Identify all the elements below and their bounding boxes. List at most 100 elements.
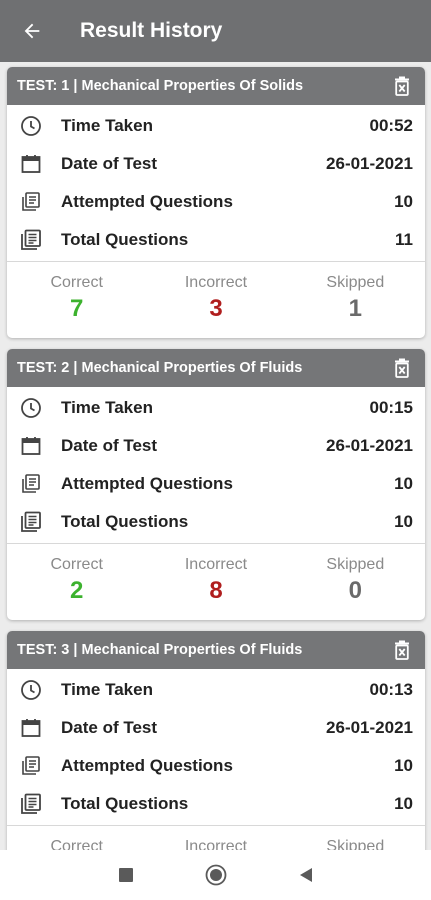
attempted-label: Attempted Questions — [61, 192, 233, 211]
total-value: 10 — [394, 512, 413, 531]
skipped-stat: Skipped 0 — [286, 544, 425, 620]
result-list[interactable]: TEST: 1 | Mechanical Properties Of Solid… — [0, 62, 431, 850]
result-card-header: TEST: 1 | Mechanical Properties Of Solid… — [7, 67, 425, 105]
result-card: TEST: 3 | Mechanical Properties Of Fluid… — [7, 631, 425, 850]
correct-stat: Correct — [7, 826, 146, 850]
square-icon — [118, 868, 133, 882]
total-row: Total Questions 11 — [7, 221, 425, 259]
result-card: TEST: 1 | Mechanical Properties Of Solid… — [7, 67, 425, 338]
delete-button[interactable] — [391, 74, 413, 98]
trash-icon — [395, 358, 409, 378]
calendar-icon — [17, 714, 45, 742]
time-taken-row: Time Taken 00:15 — [7, 389, 425, 427]
test-title: TEST: 1 | Mechanical Properties Of Solid… — [17, 78, 304, 94]
attempted-questions-icon — [17, 470, 45, 498]
delete-button[interactable] — [391, 638, 413, 662]
correct-label: Correct — [50, 838, 103, 850]
time-taken-label: Time Taken — [61, 680, 153, 699]
skipped-label: Skipped — [326, 274, 385, 291]
correct-stat: Correct 2 — [7, 544, 146, 620]
calendar-icon — [17, 432, 45, 460]
total-row: Total Questions 10 — [7, 785, 425, 823]
time-taken-value: 00:52 — [369, 116, 413, 135]
correct-stat: Correct 7 — [7, 262, 146, 338]
skipped-count: 1 — [348, 295, 362, 322]
trash-icon — [395, 640, 409, 660]
circle-icon — [205, 864, 226, 886]
test-title: TEST: 2 | Mechanical Properties Of Fluid… — [17, 360, 303, 376]
attempted-questions-icon — [17, 188, 45, 216]
attempted-row: Attempted Questions 10 — [7, 183, 425, 221]
correct-label: Correct — [50, 556, 103, 573]
incorrect-label: Incorrect — [184, 556, 248, 573]
incorrect-stat: Incorrect — [146, 826, 285, 850]
attempted-label: Attempted Questions — [61, 756, 233, 775]
date-row: Date of Test 26-01-2021 — [7, 709, 425, 747]
total-value: 10 — [394, 794, 413, 813]
home-button[interactable] — [171, 850, 261, 900]
total-questions-icon — [17, 508, 45, 536]
score-summary: Correct 7 Incorrect 3 Skipped 1 — [7, 262, 425, 338]
score-summary: Correct 2 Incorrect 8 Skipped 0 — [7, 544, 425, 620]
calendar-icon — [17, 150, 45, 178]
trash-icon — [395, 76, 409, 96]
delete-button[interactable] — [391, 356, 413, 380]
clock-icon — [17, 394, 45, 422]
score-summary: Correct Incorrect Skipped — [7, 826, 425, 850]
attempted-questions-icon — [17, 752, 45, 780]
date-label: Date of Test — [61, 718, 158, 737]
time-taken-label: Time Taken — [61, 398, 153, 417]
correct-count: 2 — [69, 577, 84, 604]
arrow-left-icon — [24, 23, 40, 39]
skipped-stat: Skipped — [286, 826, 425, 850]
incorrect-count: 8 — [209, 577, 223, 604]
date-row: Date of Test 26-01-2021 — [7, 427, 425, 465]
clock-icon — [17, 676, 45, 704]
incorrect-count: 3 — [209, 295, 223, 322]
back-button[interactable] — [0, 0, 64, 62]
result-card-header: TEST: 2 | Mechanical Properties Of Fluid… — [7, 349, 425, 387]
incorrect-label: Incorrect — [184, 274, 248, 291]
attempted-row: Attempted Questions 10 — [7, 747, 425, 785]
result-card-header: TEST: 3 | Mechanical Properties Of Fluid… — [7, 631, 425, 669]
correct-label: Correct — [50, 274, 103, 291]
total-questions-icon — [17, 226, 45, 254]
date-value: 26-01-2021 — [326, 718, 413, 737]
attempted-label: Attempted Questions — [61, 474, 233, 493]
incorrect-stat: Incorrect 3 — [146, 262, 285, 338]
time-taken-row: Time Taken 00:52 — [7, 107, 425, 145]
attempted-row: Attempted Questions 10 — [7, 465, 425, 503]
incorrect-label: Incorrect — [184, 838, 248, 850]
time-taken-label: Time Taken — [61, 116, 153, 135]
date-value: 26-01-2021 — [326, 436, 413, 455]
correct-count: 7 — [69, 295, 84, 322]
clock-icon — [17, 112, 45, 140]
time-taken-value: 00:13 — [369, 680, 413, 699]
system-back-button[interactable] — [261, 850, 351, 900]
date-label: Date of Test — [61, 154, 158, 173]
date-value: 26-01-2021 — [326, 154, 413, 173]
page-title: Result History — [80, 19, 223, 42]
incorrect-stat: Incorrect 8 — [146, 544, 285, 620]
skipped-label: Skipped — [326, 838, 385, 850]
total-label: Total Questions — [61, 794, 189, 813]
result-card: TEST: 2 | Mechanical Properties Of Fluid… — [7, 349, 425, 620]
time-taken-value: 00:15 — [369, 398, 413, 417]
total-label: Total Questions — [61, 230, 189, 249]
date-row: Date of Test 26-01-2021 — [7, 145, 425, 183]
app-bar: Result History — [0, 0, 431, 62]
skipped-stat: Skipped 1 — [286, 262, 425, 338]
time-taken-row: Time Taken 00:13 — [7, 671, 425, 709]
system-nav-bar — [0, 850, 431, 900]
total-value: 11 — [395, 230, 413, 249]
date-label: Date of Test — [61, 436, 158, 455]
total-label: Total Questions — [61, 512, 189, 531]
recents-button[interactable] — [81, 850, 171, 900]
skipped-count: 0 — [348, 577, 362, 604]
attempted-value: 10 — [394, 474, 413, 493]
test-title: TEST: 3 | Mechanical Properties Of Fluid… — [17, 642, 303, 658]
attempted-value: 10 — [394, 756, 413, 775]
triangle-back-icon — [299, 868, 312, 882]
attempted-value: 10 — [394, 192, 413, 211]
total-questions-icon — [17, 790, 45, 818]
